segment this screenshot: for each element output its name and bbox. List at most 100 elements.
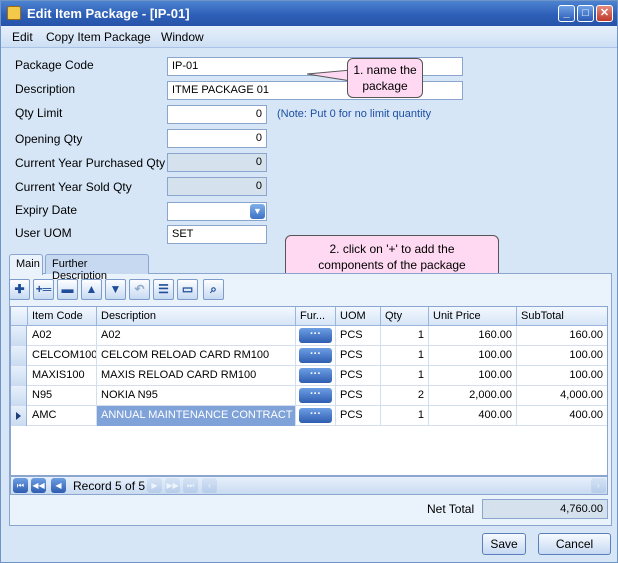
tab-further-description[interactable]: Further Description	[45, 254, 149, 282]
move-down-button[interactable]: ▼	[105, 279, 126, 300]
last-record-button[interactable]: ⏭	[183, 478, 198, 493]
app-icon	[7, 6, 21, 20]
item-code-cell[interactable]: MAXIS100	[28, 366, 97, 386]
insert-row-button[interactable]: +═	[33, 279, 54, 300]
net-total-value: 4,760.00	[482, 499, 608, 519]
column-header-further-description[interactable]: Fur...	[296, 307, 336, 326]
net-total-label: Net Total	[427, 502, 475, 516]
rewind-icon: ◀◀	[32, 481, 45, 490]
insert-icon: +═	[35, 282, 52, 296]
row-selector[interactable]	[11, 406, 27, 426]
uom-cell[interactable]: PCS	[336, 406, 381, 426]
add-row-button[interactable]: ✚	[9, 279, 30, 300]
further-description-cell: ···	[296, 326, 336, 346]
further-description-button[interactable]: ···	[299, 348, 332, 363]
delete-row-button[interactable]: ▬	[57, 279, 78, 300]
package-code-label: Package Code	[15, 58, 94, 72]
edit-item-package-window: Edit Item Package - [IP-01] _ □ ✕ Edit C…	[0, 0, 618, 563]
column-header-item-code[interactable]: Item Code	[28, 307, 97, 326]
unit-price-cell[interactable]: 160.00	[429, 326, 517, 346]
further-description-button[interactable]: ···	[299, 388, 332, 403]
qty-cell[interactable]: 1	[381, 346, 429, 366]
detail-view-button[interactable]: ▭	[177, 279, 198, 300]
description-cell[interactable]: NOKIA N95	[97, 386, 296, 406]
current-year-sold-qty-label: Current Year Sold Qty	[15, 180, 132, 194]
package-items-grid: Item Code Description Fur... UOM Qty Uni…	[10, 306, 608, 476]
chevron-right-icon: ›	[597, 481, 600, 490]
current-year-purchased-qty-value: 0	[167, 153, 267, 172]
further-description-cell: ···	[296, 346, 336, 366]
minimize-button[interactable]: _	[558, 5, 575, 22]
table-row-current[interactable]: AMC ANNUAL MAINTENANCE CONTRACT 1 ··· PC…	[11, 406, 607, 426]
opening-qty-input[interactable]: 0	[167, 129, 267, 148]
search-button[interactable]: ⌕	[203, 279, 224, 300]
row-selector[interactable]	[11, 366, 27, 386]
column-header-qty[interactable]: Qty	[381, 307, 429, 326]
item-code-cell[interactable]: AMC	[28, 406, 97, 426]
chevron-down-icon[interactable]: ▼	[250, 204, 265, 219]
expiry-date-picker[interactable]: ▼	[167, 202, 267, 221]
column-header-uom[interactable]: UOM	[336, 307, 381, 326]
uom-cell[interactable]: PCS	[336, 386, 381, 406]
menu-copy-item-package[interactable]: Copy Item Package	[46, 30, 151, 44]
item-code-cell[interactable]: A02	[28, 326, 97, 346]
table-row[interactable]: CELCOM100 CELCOM RELOAD CARD RM100 ··· P…	[11, 346, 607, 366]
tab-main[interactable]: Main	[9, 254, 43, 275]
scroll-left-button[interactable]: ‹	[202, 478, 217, 493]
further-description-button[interactable]: ···	[299, 328, 332, 343]
prev-page-button[interactable]: ◀◀	[31, 478, 46, 493]
further-description-button[interactable]: ···	[299, 368, 332, 383]
qty-limit-input[interactable]: 0	[167, 105, 267, 124]
unit-price-cell[interactable]: 400.00	[429, 406, 517, 426]
maximize-button[interactable]: □	[577, 5, 594, 22]
next-page-button[interactable]: ▶▶	[165, 478, 180, 493]
save-button[interactable]: Save	[482, 533, 526, 555]
table-row[interactable]: A02 A02 ··· PCS 1 160.00 160.00	[11, 326, 607, 346]
scroll-right-button[interactable]: ›	[591, 478, 606, 493]
description-cell[interactable]: MAXIS RELOAD CARD RM100	[97, 366, 296, 386]
close-button[interactable]: ✕	[596, 5, 613, 22]
menu-window[interactable]: Window	[161, 30, 204, 44]
row-selector[interactable]	[11, 386, 27, 406]
item-code-cell[interactable]: CELCOM100	[28, 346, 97, 366]
table-row[interactable]: MAXIS100 MAXIS RELOAD CARD RM100 ··· PCS…	[11, 366, 607, 386]
qty-limit-note: (Note: Put 0 for no limit quantity	[277, 108, 432, 120]
item-code-cell[interactable]: N95	[28, 386, 97, 406]
first-record-button[interactable]: ⏮	[13, 478, 28, 493]
column-header-unit-price[interactable]: Unit Price	[429, 307, 517, 326]
unit-price-cell[interactable]: 2,000.00	[429, 386, 517, 406]
move-up-button[interactable]: ▲	[81, 279, 102, 300]
row-selector[interactable]	[11, 346, 27, 366]
further-description-cell: ···	[296, 406, 336, 426]
unit-price-cell[interactable]: 100.00	[429, 346, 517, 366]
column-header-description[interactable]: Description	[97, 307, 296, 326]
undo-button[interactable]: ↶	[129, 279, 150, 300]
cancel-button[interactable]: Cancel	[538, 533, 611, 555]
user-uom-input[interactable]: SET	[167, 225, 267, 244]
description-cell[interactable]: A02	[97, 326, 296, 346]
description-cell-selected[interactable]: ANNUAL MAINTENANCE CONTRACT 1	[97, 406, 296, 426]
prev-record-button[interactable]: ◀	[51, 478, 66, 493]
row-selector[interactable]	[11, 326, 27, 346]
further-description-button[interactable]: ···	[299, 408, 332, 423]
qty-cell[interactable]: 1	[381, 406, 429, 426]
description-label: Description	[15, 82, 76, 96]
uom-cell[interactable]: PCS	[336, 366, 381, 386]
uom-cell[interactable]: PCS	[336, 326, 381, 346]
qty-cell[interactable]: 1	[381, 326, 429, 346]
qty-cell[interactable]: 1	[381, 366, 429, 386]
column-header-subtotal[interactable]: SubTotal	[517, 307, 607, 326]
description-cell[interactable]: CELCOM RELOAD CARD RM100	[97, 346, 296, 366]
list-view-button[interactable]: ☰	[153, 279, 174, 300]
qty-cell[interactable]: 2	[381, 386, 429, 406]
next-record-button[interactable]: ▶	[147, 478, 162, 493]
menu-edit[interactable]: Edit	[12, 30, 33, 44]
table-row[interactable]: N95 NOKIA N95 ··· PCS 2 2,000.00 4,000.0…	[11, 386, 607, 406]
menu-bar: Edit Copy Item Package Window	[1, 26, 617, 48]
unit-price-cell[interactable]: 100.00	[429, 366, 517, 386]
qty-limit-label: Qty Limit	[15, 106, 63, 120]
further-description-cell: ···	[296, 386, 336, 406]
subtotal-cell: 4,000.00	[560, 389, 603, 401]
arrow-up-icon: ▲	[85, 282, 98, 296]
uom-cell[interactable]: PCS	[336, 346, 381, 366]
